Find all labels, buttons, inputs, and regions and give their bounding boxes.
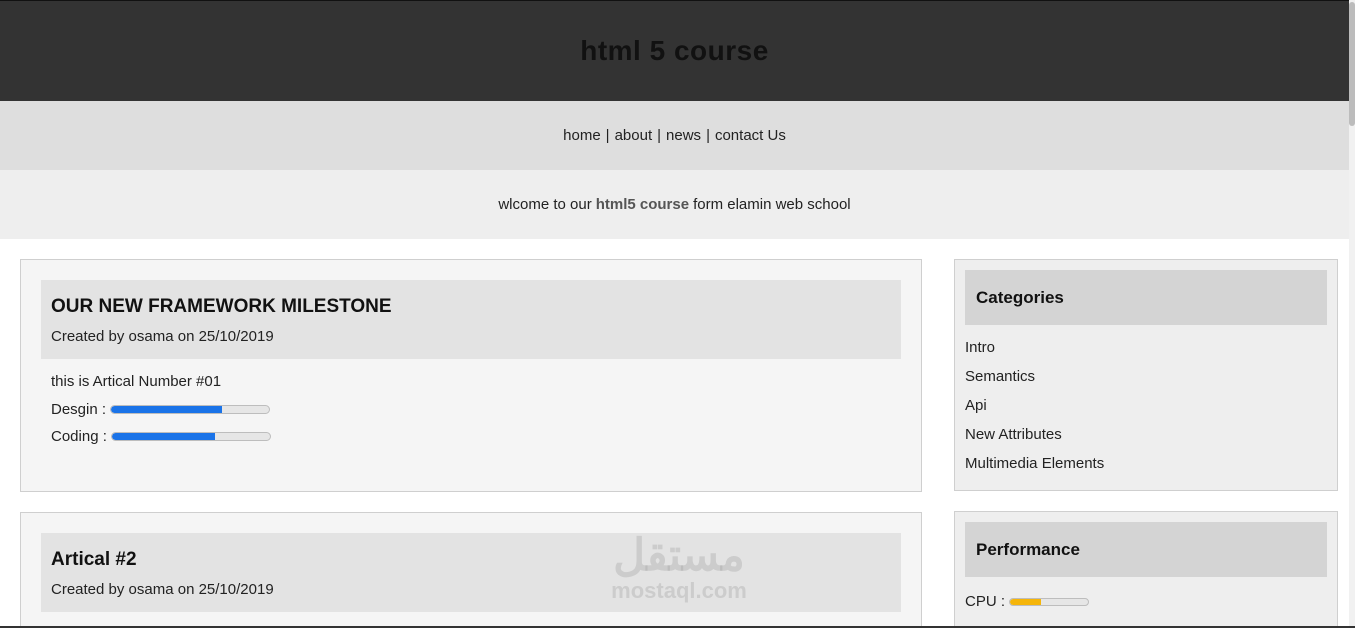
article-header: Artical #2 Created by osama on 25/10/201… <box>41 533 901 612</box>
vertical-scrollbar[interactable] <box>1349 0 1355 628</box>
welcome-banner: wlcome to our html5 course form elamin w… <box>0 170 1349 239</box>
article-meta: Created by osama on 25/10/2019 <box>51 328 274 345</box>
article-header: OUR NEW FRAMEWORK MILESTONE Created by o… <box>41 280 901 359</box>
categories-box: Categories Intro Semantics Api New Attri… <box>954 259 1338 491</box>
design-progress-bar <box>110 405 271 414</box>
main-nav: home | about | news | contact Us <box>0 101 1349 170</box>
article-title: Artical #2 <box>51 549 137 570</box>
welcome-text-start: wlcome to our <box>498 196 592 213</box>
article-title: OUR NEW FRAMEWORK MILESTONE <box>51 296 392 317</box>
nav-news-link[interactable]: news <box>666 127 701 144</box>
skill-design: Desgin : <box>51 401 891 418</box>
category-item[interactable]: Multimedia Elements <box>965 455 1327 484</box>
coding-progress-bar <box>110 432 271 441</box>
design-progress-fill <box>111 406 222 413</box>
performance-title: Performance <box>965 522 1327 577</box>
article-meta: Created by osama on 25/10/2019 <box>51 581 274 598</box>
site-header: html 5 course <box>0 0 1349 101</box>
cpu-row: CPU : <box>965 593 1327 610</box>
cpu-progress-bar <box>1009 597 1090 606</box>
nav-separator: | <box>657 127 662 144</box>
categories-list: Intro Semantics Api New Attributes Multi… <box>965 339 1327 484</box>
article-2: Artical #2 Created by osama on 25/10/201… <box>20 512 922 628</box>
nav-separator: | <box>605 127 610 144</box>
category-item[interactable]: Semantics <box>965 368 1327 397</box>
skill-label: Desgin : <box>51 401 107 418</box>
nav-about-link[interactable]: about <box>615 127 653 144</box>
article-body: this is Artical Number #01 Desgin : Codi… <box>21 359 921 475</box>
skill-coding: Coding : <box>51 428 891 445</box>
category-item[interactable]: Intro <box>965 339 1327 368</box>
cpu-progress-fill <box>1010 598 1042 605</box>
article-1: OUR NEW FRAMEWORK MILESTONE Created by o… <box>20 259 922 492</box>
page: html 5 course home | about | news | cont… <box>0 0 1349 628</box>
coding-progress-fill <box>111 433 215 440</box>
nav-separator: | <box>706 127 710 144</box>
scrollbar-thumb[interactable] <box>1349 2 1355 126</box>
nav-home-link[interactable]: home <box>563 127 601 144</box>
category-item[interactable]: Api <box>965 397 1327 426</box>
site-title: html 5 course <box>580 35 769 66</box>
cpu-label: CPU : <box>965 593 1006 610</box>
nav-contact-link[interactable]: contact Us <box>715 127 786 144</box>
categories-title: Categories <box>965 270 1327 325</box>
welcome-highlight: html5 course <box>595 196 690 213</box>
category-item[interactable]: New Attributes <box>965 426 1327 455</box>
skill-label: Coding : <box>51 428 107 445</box>
performance-box: Performance CPU : <box>954 511 1338 628</box>
welcome-text-end: form elamin web school <box>693 196 851 213</box>
article-text: this is Artical Number #01 <box>51 373 222 390</box>
